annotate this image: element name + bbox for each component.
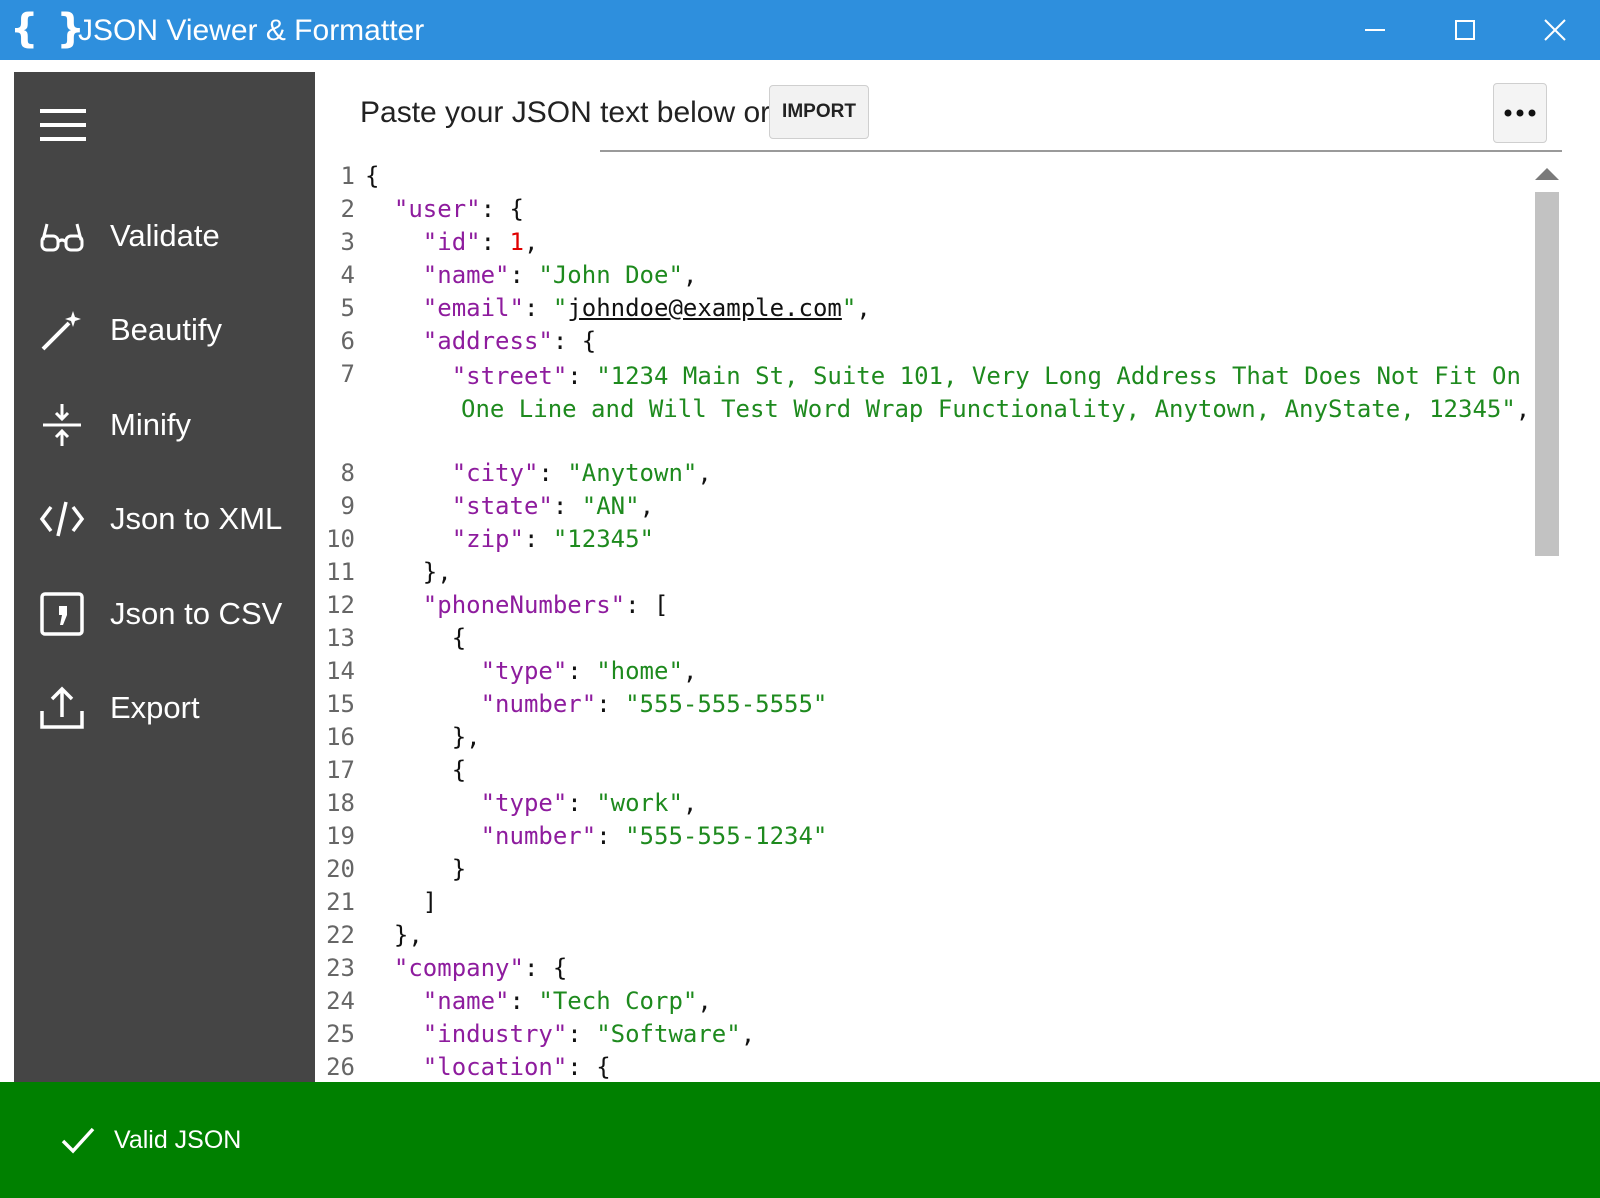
nav-json-to-xml[interactable]: Json to XML (14, 479, 315, 559)
code-line: { (365, 756, 467, 784)
line-number: 1 (340, 162, 355, 190)
line-number: 11 (326, 558, 355, 586)
nav-minify[interactable]: Minify (14, 385, 315, 465)
upload-icon (38, 684, 86, 732)
nav-json-to-xml-label: Json to XML (110, 501, 283, 536)
window-title: JSON Viewer & Formatter (78, 14, 425, 47)
scrollbar-thumb[interactable] (1535, 192, 1559, 556)
line-number: 14 (326, 657, 355, 685)
nav-validate-label: Validate (110, 218, 220, 253)
nav-export[interactable]: Export (14, 668, 315, 748)
code-line: "state": "AN", (451, 492, 655, 520)
maximize-icon (1455, 20, 1475, 40)
line-number: 19 (326, 822, 355, 850)
scroll-up-arrow-icon[interactable] (1535, 168, 1559, 180)
code-line: "phoneNumbers": [ (422, 591, 669, 619)
line-number: 8 (340, 459, 355, 487)
compress-icon (38, 401, 86, 449)
line-number: 4 (340, 261, 355, 289)
code-icon (38, 495, 86, 543)
code-line: "email": "johndoe@example.com", (422, 294, 871, 322)
maximize-button[interactable] (1420, 0, 1510, 60)
more-options-button[interactable] (1493, 83, 1547, 143)
code-line: "location": { (422, 1053, 611, 1081)
hamburger-icon (40, 109, 86, 141)
line-number: 24 (326, 987, 355, 1015)
hamburger-menu-button[interactable] (40, 107, 86, 143)
main-panel: Paste your JSON text below or IMPORT 1 2… (315, 72, 1600, 1082)
json-editor[interactable]: 1 2 3 4 5 6 7 8 9 10 11 12 13 14 15 16 1… (315, 162, 1545, 1082)
line-number: 20 (326, 855, 355, 883)
line-number: 2 (340, 195, 355, 223)
nav-validate[interactable]: Validate (14, 196, 315, 276)
code-line: { (365, 162, 380, 190)
title-bar: { } JSON Viewer & Formatter (0, 0, 1600, 60)
line-number: 7 (340, 360, 355, 388)
checkmark-icon (61, 1127, 95, 1154)
code-line: "zip": "12345" (451, 525, 655, 553)
minimize-button[interactable] (1330, 0, 1420, 60)
code-line: "number": "555-555-1234" (480, 822, 828, 850)
paste-prompt: Paste your JSON text below or (360, 96, 771, 129)
minimize-icon (1365, 29, 1385, 31)
nav-minify-label: Minify (110, 407, 191, 442)
comma-box-icon (38, 590, 86, 638)
nav-json-to-csv[interactable]: Json to CSV (14, 574, 315, 654)
code-line: "user": { (393, 195, 524, 223)
close-icon (1544, 19, 1566, 41)
line-number: 15 (326, 690, 355, 718)
nav-export-label: Export (110, 690, 200, 725)
line-number: 12 (326, 591, 355, 619)
line-number: 3 (340, 228, 355, 256)
glasses-icon (38, 212, 86, 260)
code-line: "name": "John Doe", (422, 261, 698, 289)
line-number: 23 (326, 954, 355, 982)
line-number: 26 (326, 1053, 355, 1081)
code-line: }, (365, 723, 481, 751)
more-dots-icon (1504, 109, 1536, 117)
code-line: "type": "home", (480, 657, 698, 685)
code-line: "number": "555-555-5555" (480, 690, 828, 718)
line-number: 5 (340, 294, 355, 322)
code-line: }, (365, 558, 452, 586)
code-line: "industry": "Software", (422, 1020, 756, 1048)
status-bar: Valid JSON (0, 1082, 1600, 1198)
code-line-wrapped: "street": "1234 Main St, Suite 101, Very… (451, 362, 1536, 423)
line-number: 17 (326, 756, 355, 784)
line-number: 18 (326, 789, 355, 817)
braces-app-icon: { } (10, 6, 87, 52)
sidebar: Validate Beautify Minify Json to XML Jso… (14, 72, 315, 1082)
code-line: } (365, 855, 467, 883)
toolbar-divider (600, 150, 1562, 152)
line-number: 25 (326, 1020, 355, 1048)
line-number: 10 (326, 525, 355, 553)
line-number: 6 (340, 327, 355, 355)
code-line: "company": { (393, 954, 568, 982)
code-line: { (365, 624, 467, 652)
line-number: 21 (326, 888, 355, 916)
code-line: "type": "work", (480, 789, 698, 817)
close-button[interactable] (1510, 0, 1600, 60)
nav-beautify[interactable]: Beautify (14, 290, 315, 370)
import-button[interactable]: IMPORT (769, 85, 869, 139)
line-number: 16 (326, 723, 355, 751)
code-line: "name": "Tech Corp", (422, 987, 712, 1015)
line-number: 13 (326, 624, 355, 652)
code-line: }, (365, 921, 423, 949)
line-number: 9 (340, 492, 355, 520)
status-text: Valid JSON (114, 1126, 242, 1154)
code-line: "id": 1, (422, 228, 539, 256)
code-line: "city": "Anytown", (451, 459, 712, 487)
line-number: 22 (326, 921, 355, 949)
nav-beautify-label: Beautify (110, 312, 223, 347)
nav-json-to-csv-label: Json to CSV (110, 596, 283, 631)
code-line: ] (365, 888, 438, 916)
code-line: "address": { (422, 327, 597, 355)
magic-wand-icon (38, 306, 86, 354)
